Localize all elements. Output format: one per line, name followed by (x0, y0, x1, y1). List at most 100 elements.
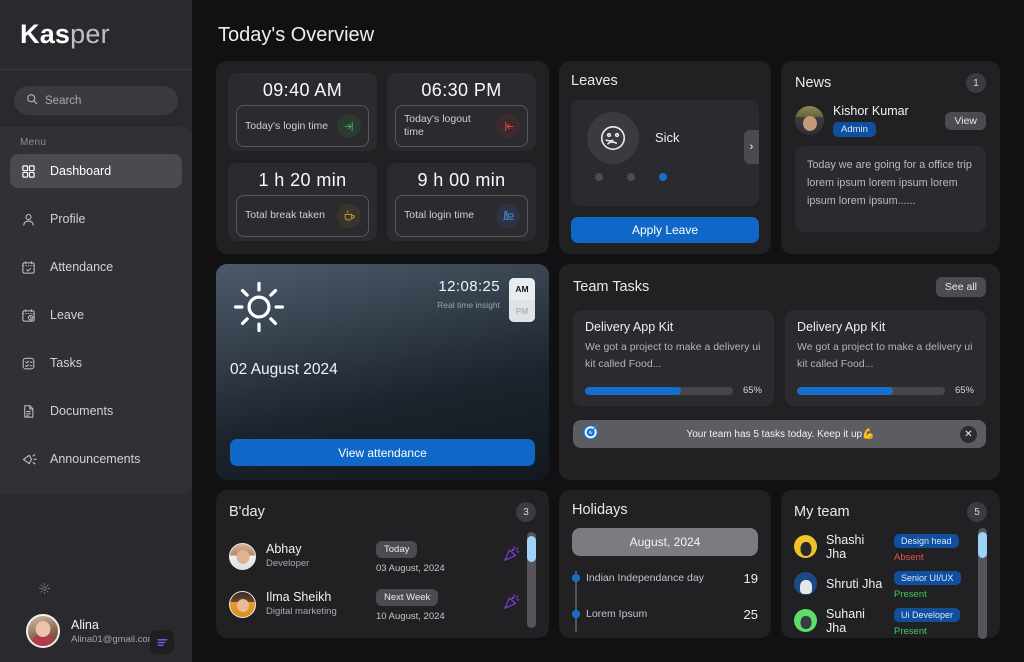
team-tasks-card: Team Tasks See all Delivery App Kit We g… (559, 264, 1000, 480)
row-summary: 09:40 AM Today's login time 06:30 PM Tod… (216, 61, 1000, 254)
holiday-name: Indian Independance day (586, 572, 704, 584)
sidebar-item-label: Dashboard (50, 164, 111, 178)
close-icon[interactable]: ✕ (960, 426, 977, 443)
member-name: Suhani Jha (826, 607, 885, 635)
see-all-button[interactable]: See all (936, 277, 986, 297)
list-item[interactable]: Indian Independance day 19 (586, 566, 758, 590)
progress-bar (797, 387, 945, 395)
stat-tile-break[interactable]: 1 h 20 min Total break taken (228, 163, 377, 241)
sun-icon (230, 278, 288, 341)
progress-fill (797, 387, 893, 395)
coffee-break-icon (337, 204, 361, 228)
collapse-sidebar-button[interactable] (150, 630, 174, 654)
news-card: News 1 Kishor Kumar Admin View Today we … (781, 61, 1000, 254)
list-item[interactable]: Shashi Jha Design head Absent (794, 528, 972, 565)
search-placeholder: Search (45, 95, 81, 107)
am-pm-toggle[interactable]: AM PM (509, 278, 535, 322)
scrollbar[interactable] (527, 532, 536, 628)
main-content: Today's Overview 09:40 AM Today's login … (192, 0, 1024, 662)
am-option[interactable]: AM (509, 278, 535, 300)
member-name: Shashi Jha (826, 533, 885, 561)
sidebar-item-documents[interactable]: Documents (10, 394, 182, 428)
list-item[interactable]: Shruti Jha Senior UI/UX Present (794, 565, 972, 602)
row-lists: B'day 3 Abhay Developer Today (216, 490, 1000, 638)
carousel-dot-active[interactable] (659, 173, 667, 181)
search-input[interactable]: Search (14, 86, 178, 115)
time-stats-card: 09:40 AM Today's login time 06:30 PM Tod… (216, 61, 549, 254)
stat-value: 06:30 PM (395, 78, 528, 105)
timeline-dot-icon (572, 610, 580, 618)
sidebar-item-announcements[interactable]: Announcements (10, 442, 182, 476)
leaves-title: Leaves (571, 73, 759, 89)
user-email: Alina01@gmail.com (71, 634, 156, 645)
stat-value: 9 h 00 min (395, 168, 528, 195)
sick-face-icon (587, 112, 639, 164)
list-item[interactable]: Lorem Ipsum 25 (586, 602, 758, 626)
search-icon (26, 92, 38, 110)
timeline-dot-icon (572, 574, 580, 582)
sidebar-item-dashboard[interactable]: Dashboard (10, 154, 182, 188)
birthday-card: B'day 3 Abhay Developer Today (216, 490, 549, 638)
scrollbar[interactable] (978, 528, 987, 639)
megaphone-icon (20, 451, 37, 468)
search-container: Search (0, 70, 192, 125)
my-team-card: My team 5 Shashi Jha Design head Absent (781, 490, 1000, 638)
carousel-dot[interactable] (595, 173, 603, 181)
scrollbar-thumb[interactable] (527, 536, 536, 562)
settings-button[interactable] (0, 582, 192, 614)
view-attendance-button[interactable]: View attendance (230, 439, 535, 466)
sidebar-item-label: Tasks (50, 356, 82, 370)
app-logo: Kasper (0, 0, 192, 70)
sidebar-item-label: Announcements (50, 452, 140, 466)
carousel-dot[interactable] (627, 173, 635, 181)
progress-label: 65% (743, 385, 762, 396)
avatar (26, 614, 60, 648)
next-leave-button[interactable]: › (744, 130, 759, 164)
tasks-banner-text: Your team has 5 tasks today. Keep it up💪 (601, 429, 960, 440)
birthday-title: B'day (229, 504, 265, 520)
calendar-clock-icon (20, 307, 37, 324)
leave-type-label: Sick (655, 130, 680, 145)
leaves-carousel: Sick › (571, 100, 759, 206)
scrollbar-thumb[interactable] (978, 532, 987, 558)
stat-label: Today's logout time (404, 113, 490, 139)
tasks-banner: Your team has 5 tasks today. Keep it up💪… (573, 420, 986, 448)
sidebar-item-tasks[interactable]: Tasks (10, 346, 182, 380)
stat-tile-logout[interactable]: 06:30 PM Today's logout time (387, 73, 536, 151)
stat-label: Total break taken (245, 209, 325, 222)
my-team-count-badge: 5 (967, 502, 987, 522)
progress-label: 65% (955, 385, 974, 396)
current-date: 02 August 2024 (230, 361, 535, 379)
sidebar-menu: Menu Dashboard Profile Attendance (0, 127, 192, 494)
realtime-clock-caption: Real time insight (437, 300, 500, 310)
task-title: Delivery App Kit (585, 320, 762, 334)
my-team-title: My team (794, 504, 850, 520)
list-item[interactable]: Abhay Developer Today 03 August, 2024 (229, 532, 521, 580)
stat-tile-login[interactable]: 09:40 AM Today's login time (228, 73, 377, 151)
status-badge: Next Week (376, 589, 438, 606)
member-name: Shruti Jha (826, 577, 885, 591)
sidebar-item-profile[interactable]: Profile (10, 202, 182, 236)
sidebar-item-attendance[interactable]: Attendance (10, 250, 182, 284)
pm-option[interactable]: PM (509, 300, 535, 322)
month-selector[interactable]: August, 2024 (572, 528, 758, 556)
stat-tile-total[interactable]: 9 h 00 min Total login time (387, 163, 536, 241)
avatar (795, 106, 824, 135)
news-title: News (795, 75, 831, 91)
sidebar-item-leave[interactable]: Leave (10, 298, 182, 332)
task-card[interactable]: Delivery App Kit We got a project to mak… (785, 310, 986, 406)
avatar (794, 535, 817, 558)
list-item[interactable]: Suhani Jha Ui Developer Present (794, 602, 972, 639)
member-role-badge: Ui Developer (894, 608, 960, 622)
list-item[interactable]: Ilma Sheikh Digital marketing Next Week … (229, 580, 521, 628)
view-news-button[interactable]: View (945, 112, 986, 130)
leaves-card: Leaves Sick › Apply Leave (559, 61, 771, 254)
logo-bold-part: Kas (20, 19, 70, 49)
news-author-name: Kishor Kumar (833, 104, 909, 118)
stat-value: 1 h 20 min (236, 168, 369, 195)
page-title: Today's Overview (216, 0, 1000, 61)
gear-icon (38, 582, 51, 595)
progress-bar (585, 387, 733, 395)
apply-leave-button[interactable]: Apply Leave (571, 217, 759, 243)
task-card[interactable]: Delivery App Kit We got a project to mak… (573, 310, 774, 406)
